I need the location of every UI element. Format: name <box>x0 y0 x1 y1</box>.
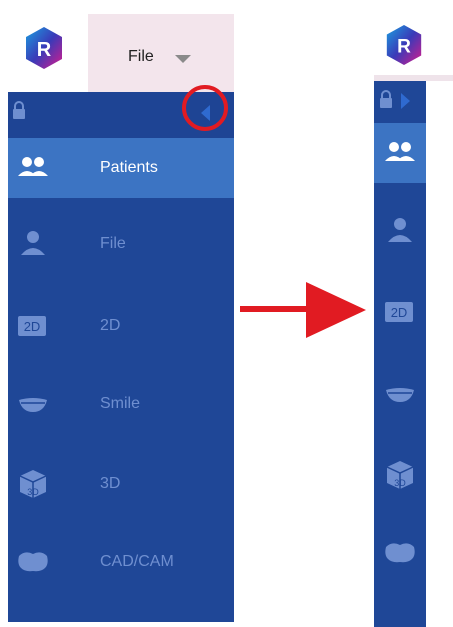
sidebar-item-file[interactable]: File <box>8 214 234 274</box>
sidebar-item-label: CAD/CAM <box>100 553 174 570</box>
sidebar-item-label: 3D <box>100 475 121 492</box>
sidebar-item-label: 2D <box>100 317 121 334</box>
2d-icon: 2D <box>18 316 46 336</box>
chevron-down-icon <box>175 55 191 63</box>
patients-icon <box>385 142 415 161</box>
expanded-sidebar-panel: R File Patients File 2D 2D Smile 3D 3D C… <box>8 0 234 622</box>
logo-area: R <box>8 0 88 92</box>
2d-icon: 2D <box>385 302 413 322</box>
sidebar-item-cadcam[interactable]: CAD/CAM <box>8 532 234 592</box>
sidebar-item-patients[interactable]: Patients <box>8 138 234 198</box>
sidebar-header <box>8 85 234 138</box>
svg-text:2D: 2D <box>391 305 408 320</box>
svg-text:R: R <box>397 37 411 58</box>
lock-icon[interactable] <box>379 89 393 109</box>
sidebar-item-label: File <box>100 235 126 252</box>
svg-text:3D: 3D <box>27 487 39 497</box>
3d-cube-icon: 3D <box>386 461 414 489</box>
sidebar-item-patients[interactable] <box>374 123 426 183</box>
app-logo-icon[interactable]: R <box>384 24 424 66</box>
svg-text:2D: 2D <box>24 319 41 334</box>
sidebar-item-file[interactable] <box>374 201 426 261</box>
smile-icon <box>386 388 414 402</box>
3d-cube-icon: 3D <box>19 470 47 498</box>
highlight-circle <box>182 85 228 131</box>
sidebar-item-label: Patients <box>100 159 158 176</box>
tooth-icon <box>385 543 415 563</box>
sidebar-item-2d[interactable]: 2D <box>374 282 426 342</box>
sidebar-collapsed: 2D 3D <box>374 81 426 627</box>
collapsed-sidebar-panel: R 2D 3D <box>374 0 453 627</box>
smile-icon <box>19 398 47 412</box>
transition-arrow <box>240 282 366 338</box>
patients-icon <box>18 157 48 176</box>
sidebar-item-smile[interactable]: Smile <box>8 374 234 434</box>
sidebar: Patients File 2D 2D Smile 3D 3D CAD/CAM <box>8 85 234 622</box>
sidebar-item-cadcam[interactable] <box>374 523 426 583</box>
lock-icon[interactable] <box>12 100 26 120</box>
sidebar-item-2d[interactable]: 2D 2D <box>8 296 234 356</box>
svg-text:3D: 3D <box>394 478 406 488</box>
sidebar-item-smile[interactable] <box>374 364 426 424</box>
sidebar-item-3d[interactable]: 3D <box>374 445 426 505</box>
app-logo-icon[interactable]: R <box>24 26 64 70</box>
sidebar-item-label: Smile <box>100 395 141 412</box>
file-menu-label: File <box>128 48 154 65</box>
logo-letter: R <box>37 39 52 61</box>
person-icon <box>388 218 412 242</box>
tooth-icon <box>18 552 48 572</box>
file-menu-button[interactable]: File <box>88 14 234 92</box>
expand-sidebar-icon[interactable] <box>401 93 410 109</box>
person-icon <box>21 231 45 255</box>
sidebar-item-3d[interactable]: 3D 3D <box>8 454 234 514</box>
